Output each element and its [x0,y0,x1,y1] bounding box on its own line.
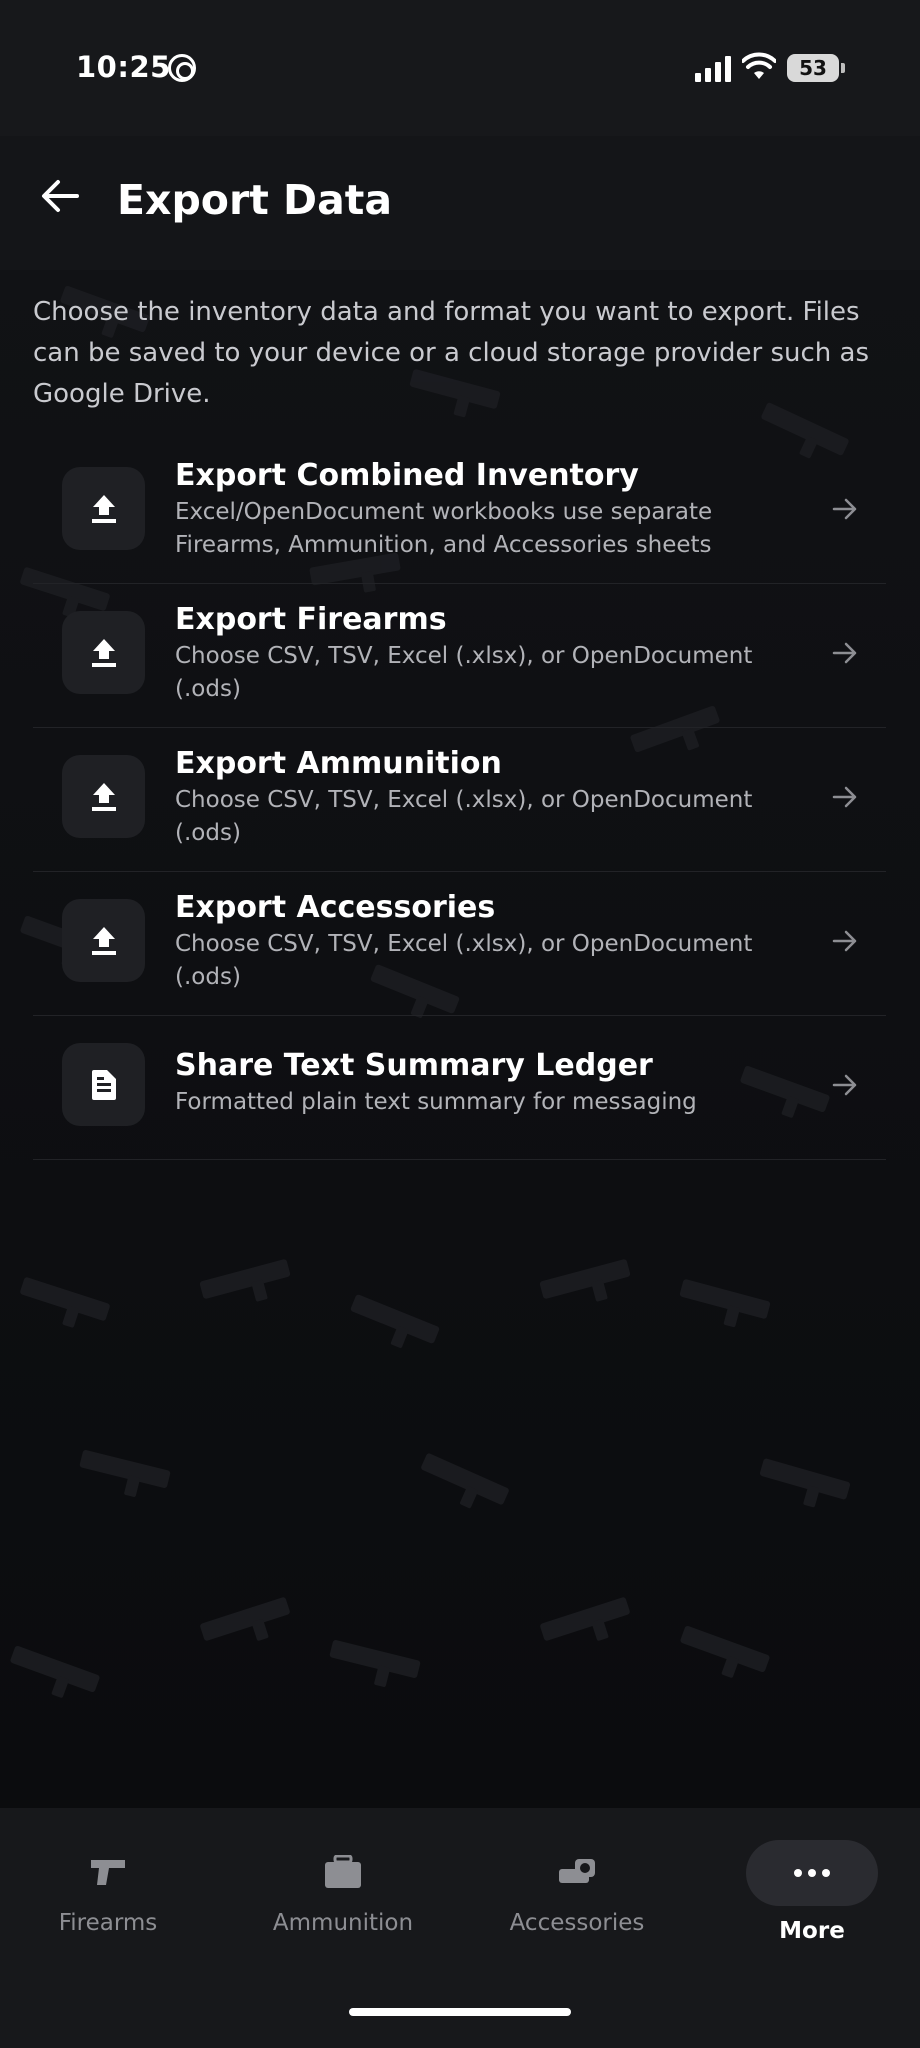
arrow-left-icon [42,180,79,212]
export-options-list: Export Combined Inventory Excel/OpenDocu… [33,440,886,1160]
item-title: Export Combined Inventory [175,458,639,493]
arrow-right-icon [832,930,857,952]
nav-tab-more[interactable]: More [712,1840,912,1944]
item-title: Export Accessories [175,890,496,925]
arrow-right-icon [832,786,857,808]
nav-label: Ammunition [272,1910,414,1936]
page-description: Choose the inventory data and format you… [33,297,870,409]
ammo-box-icon [320,1852,366,1892]
upload-icon [62,755,145,838]
item-subtitle: Formatted plain text summary for messagi… [175,1089,697,1115]
share-text-summary-item[interactable]: Share Text Summary Ledger Formatted plai… [33,1016,886,1160]
export-accessories-item[interactable]: Export Accessories Choose CSV, TSV, Exce… [33,872,886,1016]
upload-icon [62,611,145,694]
item-subtitle: Excel/OpenDocument workbooks use separat… [175,499,713,558]
item-subtitle: Choose CSV, TSV, Excel (.xlsx), or OpenD… [175,643,753,702]
pistol-icon [85,1852,131,1892]
document-icon [62,1043,145,1126]
item-title: Export Ammunition [175,746,502,781]
export-data-screen: 10:25 53 Export Data Choose the inventor… [0,0,920,2048]
export-ammunition-item[interactable]: Export Ammunition Choose CSV, TSV, Excel… [33,728,886,872]
more-icon [746,1840,878,1906]
cellular-signal-icon [695,56,731,82]
status-time: 10:25 [76,50,171,84]
export-firearms-item[interactable]: Export Firearms Choose CSV, TSV, Excel (… [33,584,886,728]
upload-icon [62,899,145,982]
focus-mode-icon [168,54,196,82]
nav-tab-accessories[interactable]: Accessories [477,1852,677,1936]
nav-label: Accessories [509,1910,645,1936]
back-button[interactable] [30,166,90,226]
arrow-right-icon [832,1074,857,1096]
item-title: Export Firearms [175,602,447,637]
export-combined-inventory-item[interactable]: Export Combined Inventory Excel/OpenDocu… [33,440,886,584]
arrow-right-icon [832,642,857,664]
page-title: Export Data [117,176,393,224]
top-app-bar: Export Data [0,136,920,270]
item-subtitle: Choose CSV, TSV, Excel (.xlsx), or OpenD… [175,931,753,990]
optic-icon [554,1852,600,1892]
arrow-right-icon [832,498,857,520]
home-indicator[interactable] [349,2008,571,2016]
nav-tab-firearms[interactable]: Firearms [8,1852,208,1936]
nav-label: More [779,1918,845,1944]
nav-tab-ammunition[interactable]: Ammunition [243,1852,443,1936]
battery-icon: 53 [787,54,845,82]
item-subtitle: Choose CSV, TSV, Excel (.xlsx), or OpenD… [175,787,753,846]
item-title: Share Text Summary Ledger [175,1048,653,1083]
nav-label: Firearms [58,1910,158,1936]
upload-icon [62,467,145,550]
status-bar: 10:25 53 [0,0,920,136]
wifi-icon [742,52,776,79]
